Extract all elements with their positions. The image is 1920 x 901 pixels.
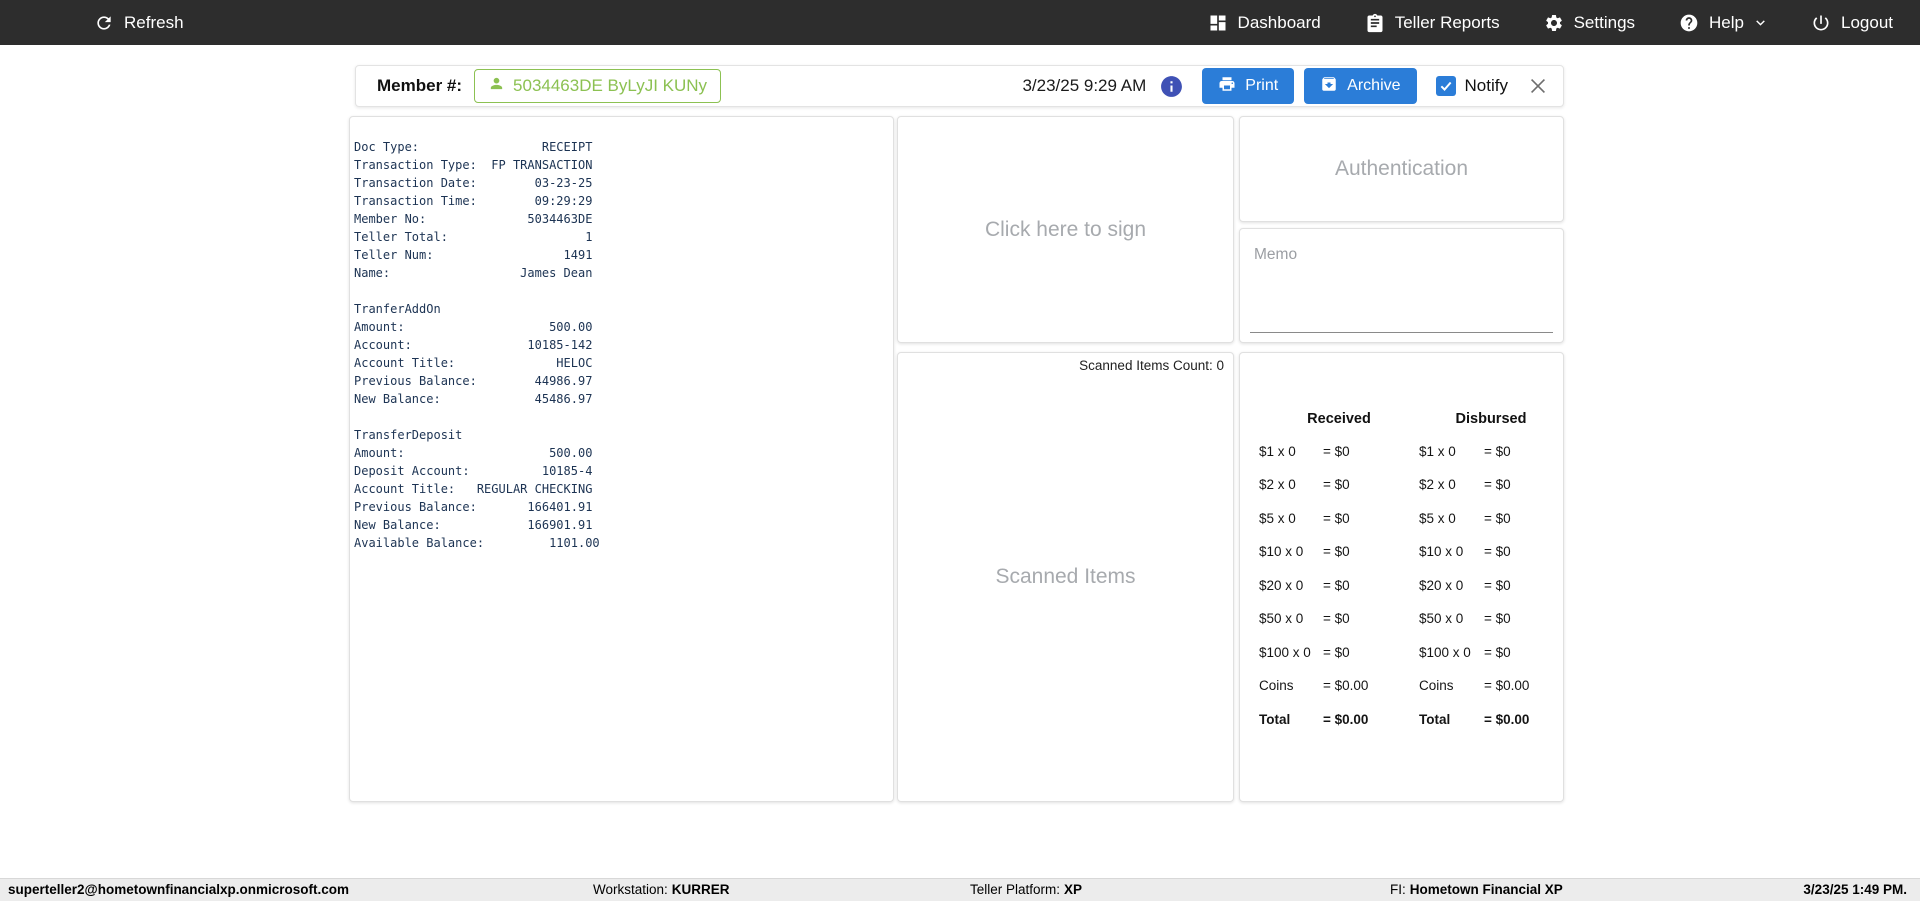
platform-label: Teller Platform: <box>970 882 1061 897</box>
financial-institution-info: FI: Hometown Financial XP <box>1390 879 1563 901</box>
cash-row: $1 x 0 = $0 $1 x 0 = $0 <box>1259 443 1511 459</box>
power-icon <box>1811 13 1831 33</box>
memo-panel: Memo <box>1239 228 1564 343</box>
nav-item-label: Logout <box>1841 12 1893 32</box>
nav-item-label: Settings <box>1573 12 1636 32</box>
print-button[interactable]: Print <box>1202 68 1295 104</box>
notify-checkbox-group[interactable]: Notify <box>1435 76 1508 96</box>
member-bar: Member #: 5034463DE ByLyJI KUNy 3/23/25 … <box>355 65 1564 107</box>
cash-row: Total = $0.00 Total = $0.00 <box>1259 711 1530 727</box>
authentication-panel: Authentication <box>1239 116 1564 222</box>
cash-row: Coins = $0.00 Coins = $0.00 <box>1259 678 1530 693</box>
memo-input[interactable] <box>1250 311 1553 333</box>
platform-value: XP <box>1064 882 1083 897</box>
chevron-down-icon <box>1754 16 1767 29</box>
teller-app-screen: Refresh Dashboard Teller Reports Setting… <box>0 0 1920 901</box>
status-bar: superteller2@hometownfinancialxp.onmicro… <box>0 878 1920 901</box>
scanned-items-panel: Scanned Items Count: 0 Scanned Items <box>897 352 1234 802</box>
member-bar-actions: 3/23/25 9:29 AM Print Archive Notify <box>1022 68 1549 104</box>
cash-row: $50 x 0 = $0 $50 x 0 = $0 <box>1259 611 1511 626</box>
signature-pad[interactable]: Click here to sign <box>897 116 1234 343</box>
cash-count-headers: Received Disbursed <box>1259 411 1563 427</box>
refresh-label: Refresh <box>124 12 184 32</box>
logged-in-user-email: superteller2@hometownfinancialxp.onmicro… <box>8 882 349 897</box>
refresh-icon <box>94 13 114 33</box>
notify-checkbox[interactable] <box>1435 76 1456 96</box>
receipt-text: Doc Type: RECEIPT Transaction Type: FP T… <box>354 140 600 550</box>
archive-label: Archive <box>1347 77 1401 94</box>
nav-item-label: Dashboard <box>1237 12 1321 32</box>
nav-item-help[interactable]: Help <box>1679 13 1767 33</box>
authentication-placeholder: Authentication <box>1334 157 1469 180</box>
nav-item-label: Help <box>1709 12 1744 32</box>
receipt-panel: Doc Type: RECEIPT Transaction Type: FP T… <box>349 116 894 802</box>
printer-icon <box>1218 75 1236 98</box>
transaction-datetime: 3/23/25 9:29 AM <box>1022 76 1147 95</box>
nav-item-teller-reports[interactable]: Teller Reports <box>1365 13 1500 33</box>
nav-item-settings[interactable]: Settings <box>1544 13 1635 33</box>
info-icon[interactable] <box>1159 74 1184 99</box>
status-datetime: 3/23/25 1:49 PM. <box>1803 882 1907 897</box>
fi-label: FI: <box>1390 882 1406 897</box>
member-chip[interactable]: 5034463DE ByLyJI KUNy <box>474 69 722 103</box>
disbursed-header: Disbursed <box>1455 411 1527 427</box>
notify-label: Notify <box>1464 76 1508 95</box>
print-label: Print <box>1245 77 1279 94</box>
refresh-button[interactable]: Refresh <box>94 0 184 45</box>
archive-button[interactable]: Archive <box>1304 68 1417 104</box>
signature-placeholder: Click here to sign <box>984 217 1147 241</box>
cash-row: $10 x 0 = $0 $10 x 0 = $0 <box>1259 544 1511 559</box>
received-header: Received <box>1307 411 1371 427</box>
workstation-label: Workstation: <box>593 882 668 897</box>
fi-value: Hometown Financial XP <box>1409 882 1563 897</box>
dashboard-icon <box>1208 13 1228 33</box>
scanned-items-placeholder: Scanned Items <box>995 565 1136 588</box>
clipboard-icon <box>1365 13 1385 33</box>
archive-icon <box>1320 75 1338 98</box>
cash-row: $20 x 0 = $0 $20 x 0 = $0 <box>1259 577 1511 593</box>
gear-icon <box>1544 13 1564 33</box>
nav-item-dashboard[interactable]: Dashboard <box>1208 13 1321 33</box>
navbar-menu: Dashboard Teller Reports Settings Help L… <box>1208 0 1893 45</box>
memo-label: Memo <box>1254 246 1298 263</box>
cash-row: $5 x 0 = $0 $5 x 0 = $0 <box>1259 510 1511 526</box>
top-navbar: Refresh Dashboard Teller Reports Setting… <box>0 0 1920 45</box>
close-icon[interactable] <box>1527 75 1549 97</box>
cash-count-panel: Received Disbursed $1 x 0 = $0 $1 x 0 = $0 $… <box>1239 352 1564 802</box>
cash-row: $100 x 0 = $0 $100 x 0 = $0 <box>1259 644 1511 660</box>
member-number-label: Member #: <box>377 76 463 95</box>
workstation-value: KURRER <box>671 882 730 897</box>
person-icon <box>488 75 505 97</box>
help-icon <box>1679 13 1699 33</box>
cash-row: $2 x 0 = $0 $2 x 0 = $0 <box>1259 477 1511 492</box>
teller-platform-info: Teller Platform: XP <box>970 879 1082 901</box>
cash-rows: $1 x 0 = $0 $1 x 0 = $0 $2 x 0 = $0 $2 x 0 = $0… <box>1259 441 1563 729</box>
member-chip-text: 5034463DE ByLyJI KUNy <box>513 76 708 95</box>
nav-item-label: Teller Reports <box>1394 12 1500 32</box>
scanned-items-placeholder-wrap: Scanned Items <box>898 353 1233 801</box>
nav-item-logout[interactable]: Logout <box>1811 13 1893 33</box>
workstation-info: Workstation: KURRER <box>593 879 730 901</box>
